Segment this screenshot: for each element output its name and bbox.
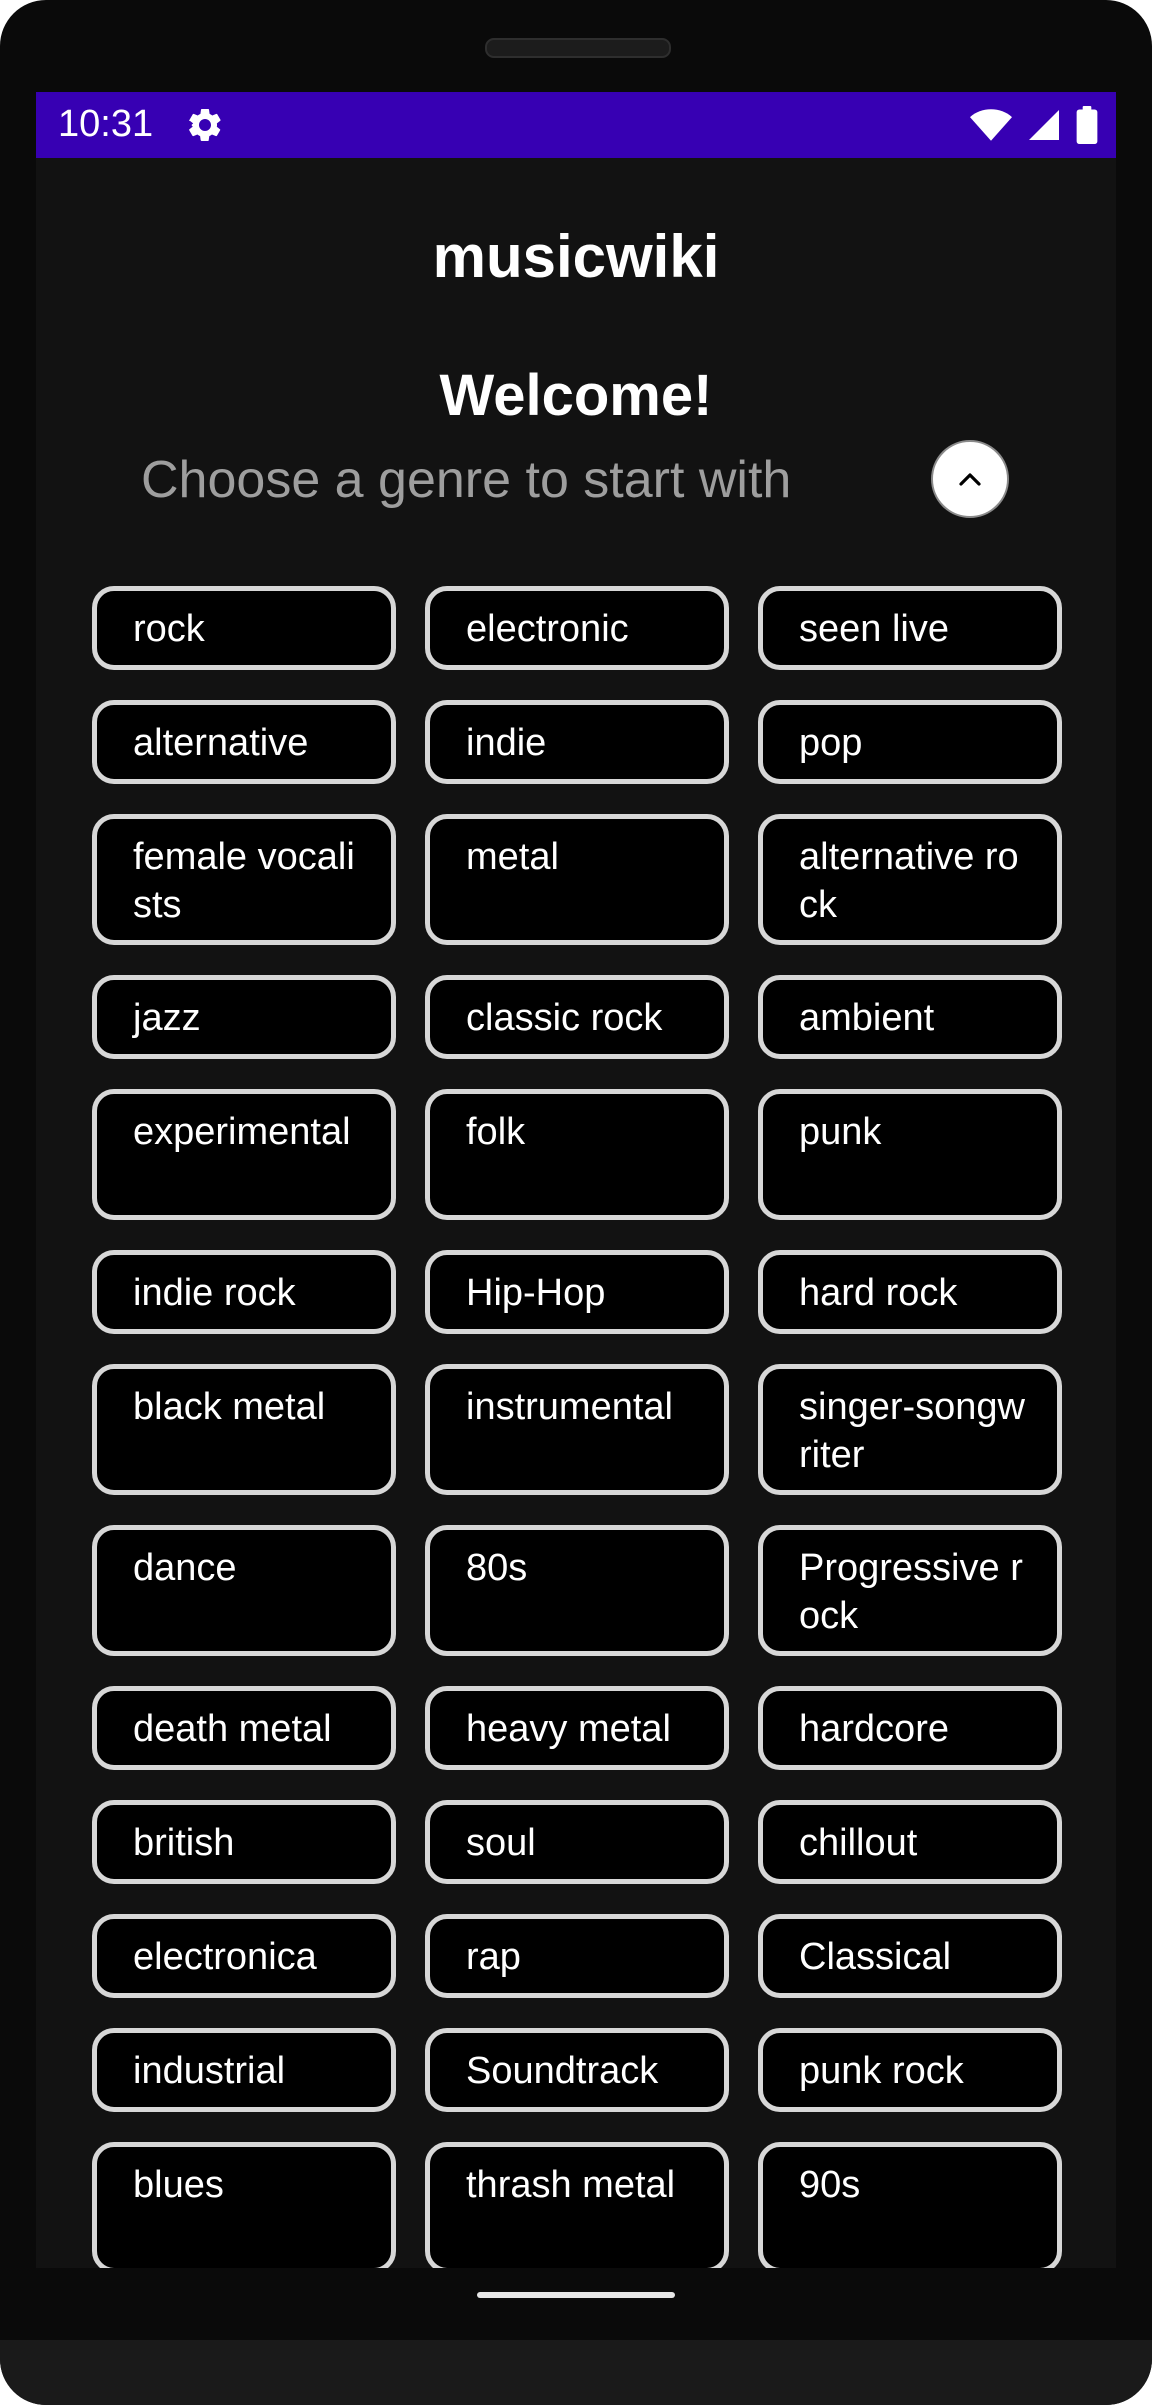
genre-chip[interactable]: singer-songwriter xyxy=(758,1364,1062,1495)
genre-chip[interactable]: Hip-Hop xyxy=(425,1250,729,1334)
status-icons xyxy=(970,105,1098,145)
genre-chip[interactable]: rock xyxy=(92,586,396,670)
genre-grid: rock electronic seen live alternative in… xyxy=(92,586,1068,2268)
genre-chip[interactable]: electronic xyxy=(425,586,729,670)
settings-gear-icon xyxy=(188,108,221,141)
genre-chip[interactable]: soul xyxy=(425,1800,729,1884)
genre-chip[interactable]: british xyxy=(92,1800,396,1884)
phone-chin xyxy=(0,2340,1152,2405)
genre-chip[interactable]: indie xyxy=(425,700,729,784)
genre-chip[interactable]: blues xyxy=(92,2142,396,2268)
genre-chip[interactable]: thrash metal xyxy=(425,2142,729,2268)
chevron-up-icon xyxy=(959,473,981,486)
genre-chip[interactable]: instrumental xyxy=(425,1364,729,1495)
welcome-heading: Welcome! xyxy=(439,363,713,428)
genre-chip[interactable]: dance xyxy=(92,1525,396,1656)
genre-chip[interactable]: electronica xyxy=(92,1914,396,1998)
genre-chip[interactable]: classic rock xyxy=(425,975,729,1059)
genre-chip[interactable]: rap xyxy=(425,1914,729,1998)
genre-chip[interactable]: black metal xyxy=(92,1364,396,1495)
genre-chip[interactable]: folk xyxy=(425,1089,729,1220)
genre-chip[interactable]: metal xyxy=(425,814,729,945)
status-bar: 10:31 xyxy=(36,92,1116,158)
genre-chip[interactable]: alternative xyxy=(92,700,396,784)
collapse-genres-button[interactable] xyxy=(931,440,1009,518)
genre-chip[interactable]: 90s xyxy=(758,2142,1062,2268)
genre-chip[interactable]: punk xyxy=(758,1089,1062,1220)
signal-icon xyxy=(1029,110,1059,140)
genre-chip[interactable]: female vocalists xyxy=(92,814,396,945)
genre-chip[interactable]: jazz xyxy=(92,975,396,1059)
genre-chip[interactable]: Progressive rock xyxy=(758,1525,1062,1656)
genre-chip[interactable]: indie rock xyxy=(92,1250,396,1334)
genre-chip[interactable]: alternative rock xyxy=(758,814,1062,945)
genre-chip[interactable]: hard rock xyxy=(758,1250,1062,1334)
genre-chip[interactable]: hardcore xyxy=(758,1686,1062,1770)
wifi-icon xyxy=(970,109,1012,141)
genre-chip[interactable]: death metal xyxy=(92,1686,396,1770)
battery-icon xyxy=(1076,106,1098,144)
genre-chip[interactable]: ambient xyxy=(758,975,1062,1059)
app-screen: 10:31 musicwiki Welcome! Choose a genre … xyxy=(36,92,1116,2268)
genre-chip[interactable]: heavy metal xyxy=(425,1686,729,1770)
genre-chip[interactable]: chillout xyxy=(758,1800,1062,1884)
genre-chip[interactable]: Classical xyxy=(758,1914,1062,1998)
genre-prompt: Choose a genre to start with xyxy=(141,451,792,509)
genre-chip[interactable]: experimental xyxy=(92,1089,396,1220)
genre-chip[interactable]: pop xyxy=(758,700,1062,784)
genre-chip[interactable]: punk rock xyxy=(758,2028,1062,2112)
genre-chip[interactable]: 80s xyxy=(425,1525,729,1656)
genre-chip[interactable]: seen live xyxy=(758,586,1062,670)
home-gesture-bar[interactable] xyxy=(477,2292,675,2298)
earpiece-speaker xyxy=(485,38,671,58)
status-time: 10:31 xyxy=(58,103,154,145)
phone-frame: 10:31 musicwiki Welcome! Choose a genre … xyxy=(0,0,1152,2405)
genre-chip[interactable]: industrial xyxy=(92,2028,396,2112)
genre-chip[interactable]: Soundtrack xyxy=(425,2028,729,2112)
app-title: musicwiki xyxy=(432,223,720,290)
